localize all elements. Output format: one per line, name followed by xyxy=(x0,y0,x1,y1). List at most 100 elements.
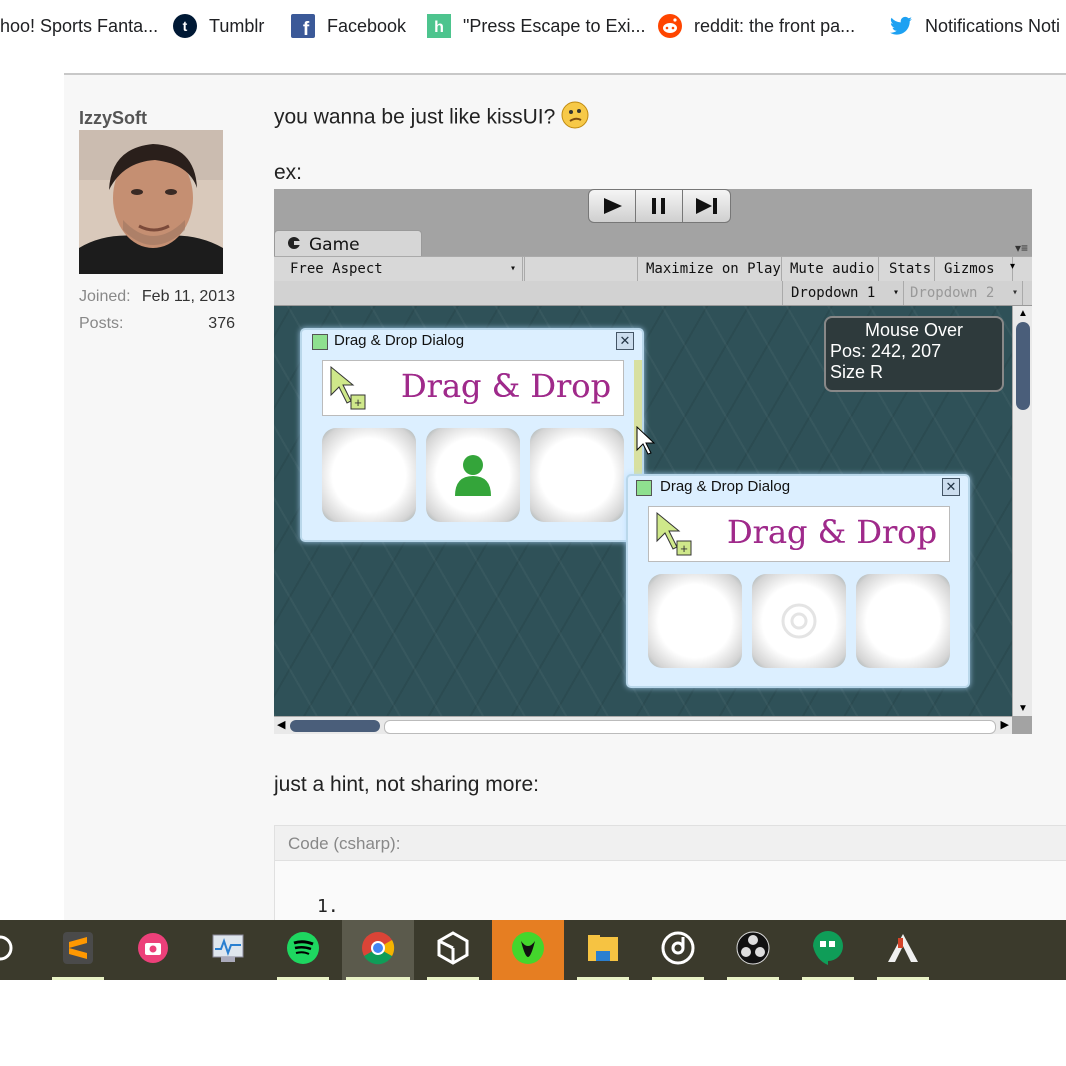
taskbar-screenshot-app[interactable] xyxy=(123,920,183,980)
forum-post: IzzySoft Joined: Feb 11, 2013 Posts: 376… xyxy=(64,73,1066,922)
posts-label: Posts: xyxy=(79,315,124,332)
dialog-banner-text: Drag & Drop xyxy=(401,367,612,405)
taskbar-cortana[interactable] xyxy=(0,920,30,980)
svg-text:+: + xyxy=(680,541,688,556)
taskbar-chrome[interactable] xyxy=(342,920,414,980)
inventory-slot xyxy=(530,428,624,522)
dropdown-2-label: Dropdown 2 xyxy=(910,285,995,301)
bookmark-label: hoo! Sports Fanta... xyxy=(0,15,159,36)
dialog-title: Drag & Drop Dialog xyxy=(334,332,465,349)
maximize-on-play-toggle: Maximize on Play xyxy=(638,257,782,281)
mouse-over-title: Mouse Over xyxy=(864,320,964,340)
post-line-1: you wanna be just like kissUI? xyxy=(274,101,589,135)
running-indicator xyxy=(427,977,479,980)
taskbar-obs[interactable] xyxy=(723,920,783,980)
game-tab: Game xyxy=(274,230,422,257)
scroll-left-arrow-icon: ◀ xyxy=(277,719,286,731)
dialog-title: Drag & Drop Dialog xyxy=(660,478,791,495)
avatar[interactable] xyxy=(79,130,223,274)
dropdown-arrow-icon: ▾ xyxy=(1011,287,1018,298)
taskbar-aseprite[interactable] xyxy=(873,920,933,980)
taskbar-hangouts[interactable] xyxy=(798,920,858,980)
groove-music-icon xyxy=(661,931,695,970)
panel-menu-icon: ▾≡ xyxy=(1014,241,1028,255)
taskbar-file-explorer[interactable] xyxy=(573,920,633,980)
bookmark-facebook[interactable]: f Facebook xyxy=(291,12,406,40)
svg-text:t: t xyxy=(183,18,188,34)
dialog-close-icon: ✕ xyxy=(616,332,634,350)
unity-icon xyxy=(436,930,470,970)
posts-value: 376 xyxy=(208,315,235,332)
bookmark-label: Notifications Noti xyxy=(925,15,1061,36)
post-author-name[interactable]: IzzySoft xyxy=(79,108,147,129)
play-button xyxy=(588,189,636,223)
code-line-number: 1. xyxy=(317,896,339,917)
taskbar-task-manager[interactable] xyxy=(198,920,258,980)
twitter-icon xyxy=(889,14,913,38)
running-indicator xyxy=(346,977,410,980)
aspect-dropdown: Free Aspect ▾ xyxy=(282,257,523,281)
running-indicator xyxy=(877,977,929,980)
dropdown-arrow-icon: ▾ xyxy=(892,287,899,298)
mouse-over-panel: Mouse Over Pos: 242, 207 Size R xyxy=(824,316,1004,392)
taskbar-spotify[interactable] xyxy=(273,920,333,980)
file-explorer-icon xyxy=(586,933,620,968)
reddit-icon xyxy=(658,14,682,38)
post-line-3: just a hint, not sharing more: xyxy=(274,773,539,796)
bookmark-yahoo-sports[interactable]: hoo! Sports Fanta... xyxy=(0,12,158,40)
running-indicator xyxy=(727,977,779,980)
game-toolbar: Free Aspect ▾ Maximize on Play Mute audi… xyxy=(274,256,1032,282)
drag-cursor-icon: + xyxy=(329,365,369,416)
sublime-text-icon xyxy=(63,931,93,969)
obs-icon xyxy=(736,931,770,970)
posts-info: Posts: 376 xyxy=(79,315,235,333)
thinking-emoji-icon xyxy=(561,101,589,135)
joined-label: Joined: xyxy=(79,288,131,305)
svg-text:+: + xyxy=(354,395,362,410)
dropdown-1: Dropdown 1 ▾ xyxy=(782,281,904,305)
spotify-icon xyxy=(286,931,320,970)
bookmark-twitter[interactable]: Notifications Noti xyxy=(889,12,1060,40)
dialog-banner-text: Drag & Drop xyxy=(727,513,938,551)
svg-text:h: h xyxy=(434,19,444,36)
drag-cursor-icon: + xyxy=(655,511,695,562)
running-indicator xyxy=(52,977,104,980)
game-tab-icon xyxy=(287,235,301,255)
user-icon xyxy=(453,452,493,503)
dropdown-1-label: Dropdown 1 xyxy=(791,285,876,301)
bookmarks-bar: hoo! Sports Fanta... t Tumblr f Facebook… xyxy=(0,0,1066,52)
scroll-up-arrow-icon: ▲ xyxy=(1018,308,1028,319)
inventory-slot xyxy=(752,574,846,668)
game-viewport: Drag & Drop Dialog ✕ + Drag & Drop Drag … xyxy=(274,306,1012,716)
horizontal-scroll-thumb xyxy=(290,720,380,732)
houzz-icon: h xyxy=(427,14,451,38)
gizmos-dropdown: Gizmos xyxy=(936,257,1013,281)
post-line-1-text: you wanna be just like kissUI? xyxy=(274,105,556,129)
post-line-2: ex: xyxy=(274,161,303,184)
dialog-banner: + Drag & Drop xyxy=(648,506,950,562)
bookmark-reddit[interactable]: reddit: the front pa... xyxy=(658,12,855,40)
facebook-icon: f xyxy=(291,14,315,40)
windows-taskbar xyxy=(0,920,1066,980)
inventory-slot xyxy=(322,428,416,522)
taskbar-razer[interactable] xyxy=(492,920,564,980)
bookmark-label: Tumblr xyxy=(209,15,265,36)
taskbar-sublime-text[interactable] xyxy=(48,920,108,980)
screenshot-icon xyxy=(137,932,169,969)
target-icon xyxy=(779,601,819,646)
bookmark-tumblr[interactable]: t Tumblr xyxy=(173,12,264,40)
unity-editor-screenshot: Game ▾≡ Free Aspect ▾ Maximize on Play M… xyxy=(274,189,1032,734)
dialog-close-icon: ✕ xyxy=(942,478,960,496)
dialog-icon xyxy=(312,334,328,350)
mouse-cursor-icon xyxy=(636,425,656,461)
bookmark-press-escape[interactable]: h "Press Escape to Exi... xyxy=(427,12,645,40)
mouse-over-pos: Pos: 242, 207 xyxy=(830,341,942,361)
taskbar-unity[interactable] xyxy=(423,920,483,980)
taskbar-groove-music[interactable] xyxy=(648,920,708,980)
razer-icon xyxy=(511,931,545,970)
pause-button xyxy=(635,189,683,223)
running-indicator xyxy=(577,977,629,980)
inventory-slot xyxy=(426,428,520,522)
vertical-scroll-thumb xyxy=(1016,322,1030,410)
chrome-icon xyxy=(361,931,395,970)
